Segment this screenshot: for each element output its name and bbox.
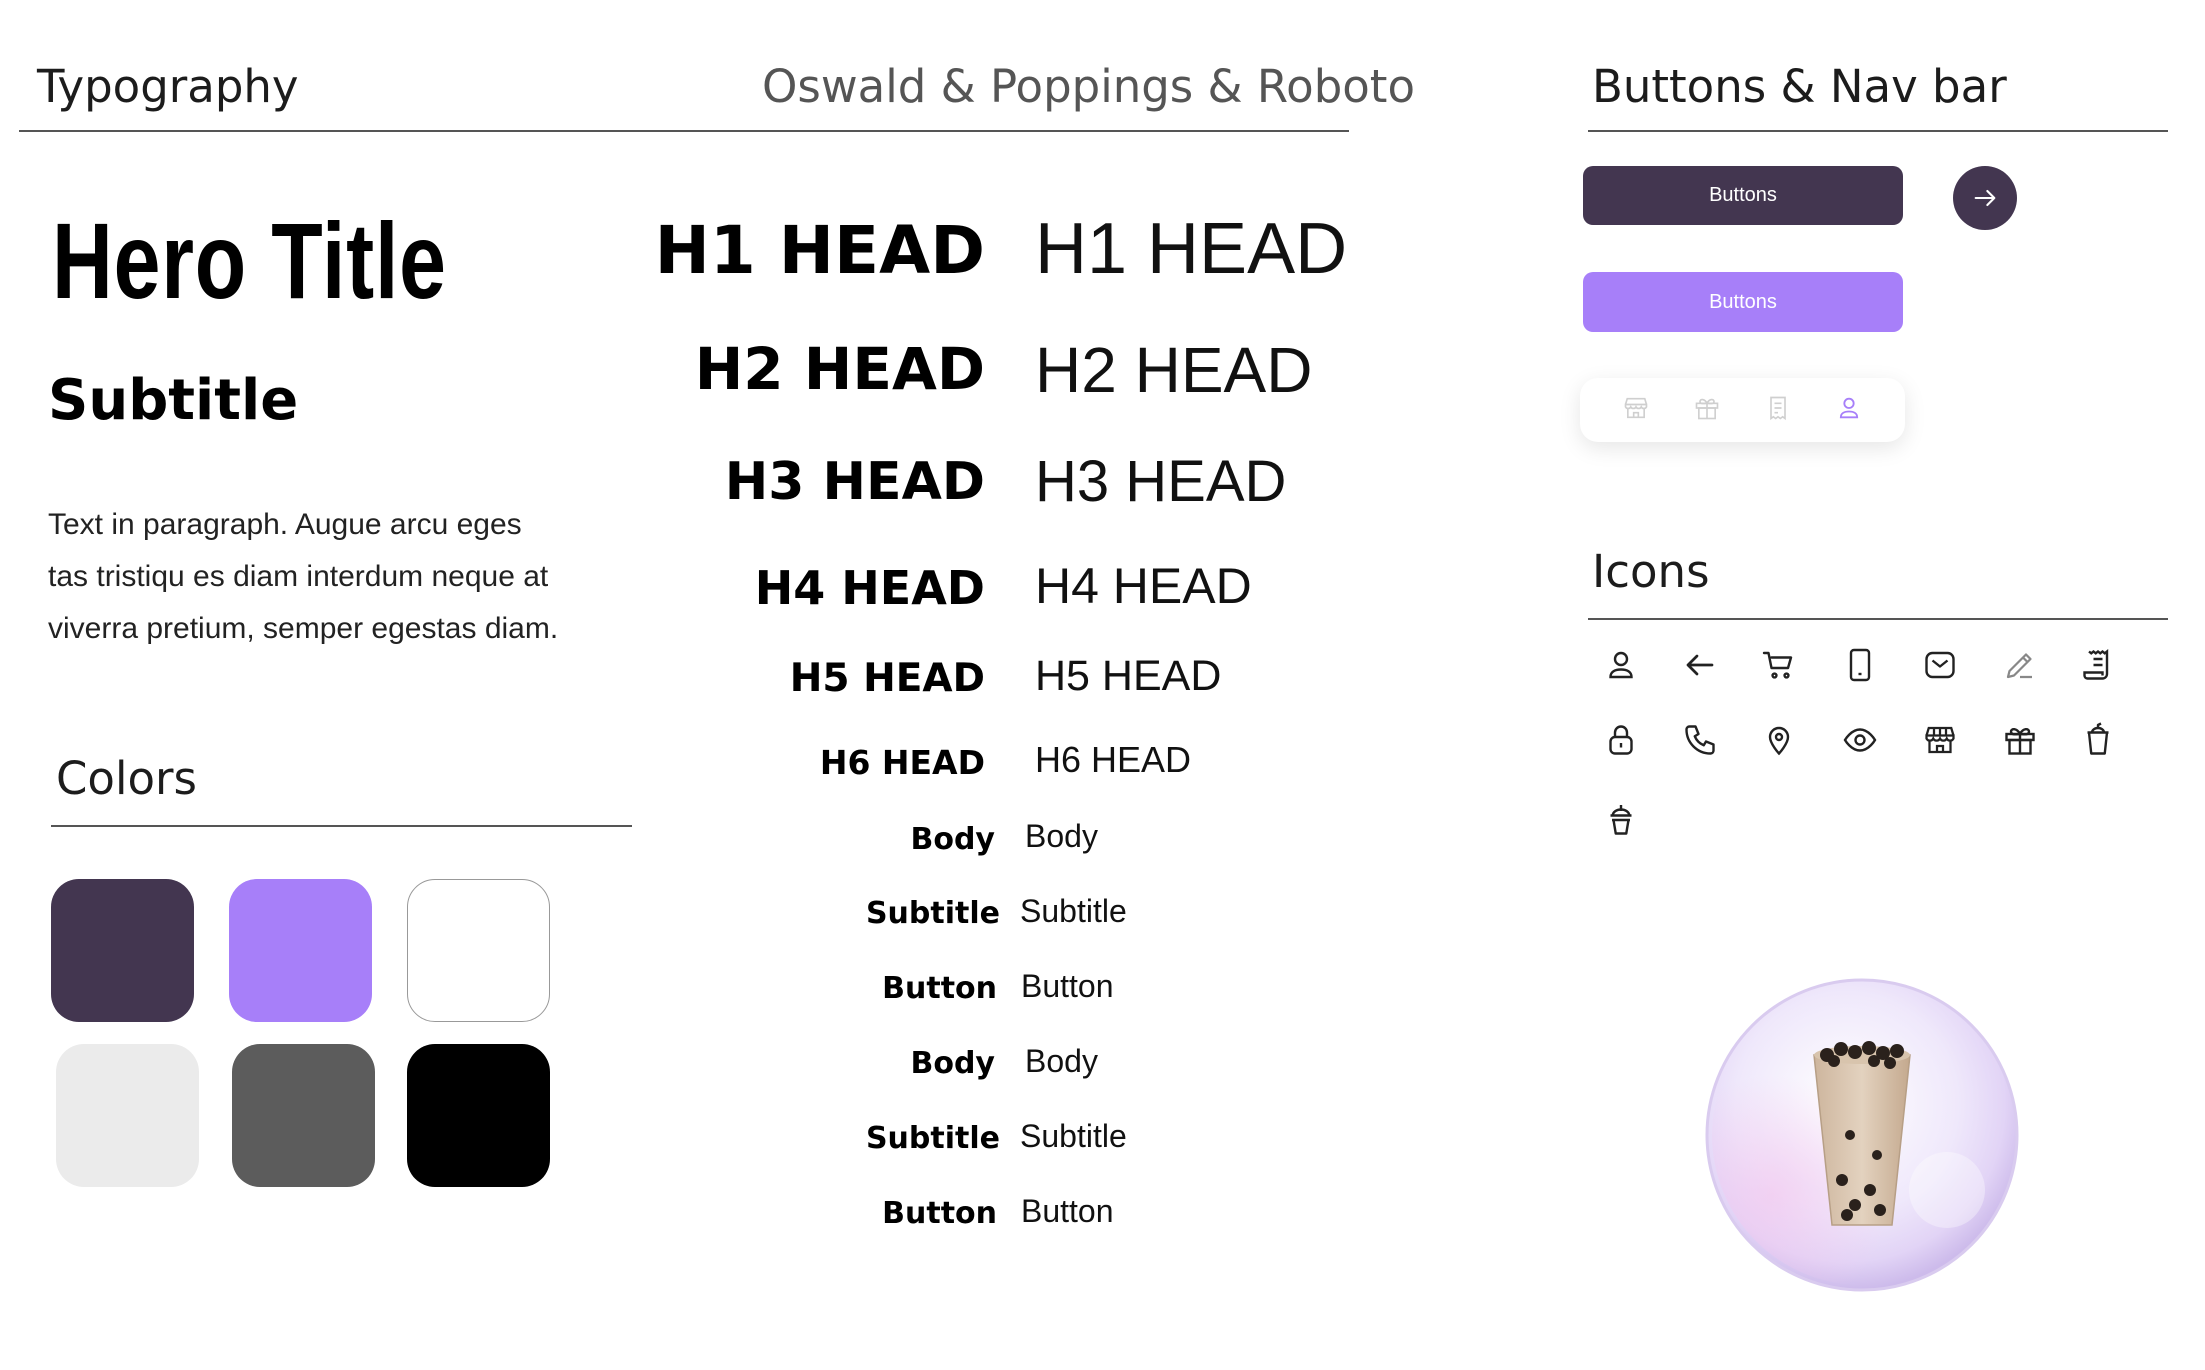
h1-bold-sample: H1 HEAD bbox=[654, 212, 985, 289]
cup-icon bbox=[2078, 720, 2118, 760]
color-swatch-light-gray bbox=[56, 1044, 199, 1187]
store-icon bbox=[1920, 720, 1960, 760]
h6-regular-sample: H6 HEAD bbox=[1035, 739, 1192, 780]
paragraph-line: tas tristiqu es diam interdum neque at bbox=[48, 560, 549, 593]
cart-icon bbox=[1759, 645, 1799, 685]
nav-user-icon[interactable] bbox=[1835, 394, 1863, 427]
phone-device-icon bbox=[1840, 645, 1880, 685]
paragraph-line: Text in paragraph. Augue arcu eges bbox=[48, 508, 522, 541]
buttons-divider bbox=[1588, 130, 2168, 132]
color-swatch-lavender bbox=[229, 879, 372, 1022]
color-swatch-dark-purple bbox=[51, 879, 194, 1022]
button-regular-sample-2: Button bbox=[1021, 1193, 1114, 1229]
buttons-section-title: Buttons & Nav bar bbox=[1592, 60, 2007, 113]
receipt-icon bbox=[2078, 645, 2118, 685]
subtitle-regular-sample: Subtitle bbox=[1020, 893, 1127, 929]
typography-divider bbox=[19, 130, 1349, 132]
h4-regular-sample: H4 HEAD bbox=[1035, 558, 1252, 614]
arrow-right-button[interactable] bbox=[1953, 166, 2017, 230]
h3-regular-sample: H3 HEAD bbox=[1035, 449, 1287, 514]
nav-receipt-icon[interactable] bbox=[1764, 394, 1792, 427]
h5-bold-sample: H5 HEAD bbox=[789, 656, 985, 701]
colors-divider bbox=[51, 825, 632, 827]
bubble-tea-illustration bbox=[1702, 975, 2022, 1295]
h4-bold-sample: H4 HEAD bbox=[754, 561, 985, 615]
secondary-button[interactable]: Buttons bbox=[1583, 272, 1903, 332]
bottom-nav-bar bbox=[1580, 378, 1905, 442]
body-regular-sample: Body bbox=[1025, 818, 1098, 854]
paragraph-sample: Text in paragraph. Augue arcu eges tas t… bbox=[48, 499, 608, 655]
h6-bold-sample: H6 HEAD bbox=[819, 743, 985, 782]
h2-bold-sample: H2 HEAD bbox=[694, 335, 985, 403]
arrow-left-icon bbox=[1680, 645, 1720, 685]
arrow-right-icon bbox=[1974, 189, 1996, 207]
body-bold-sample-2: Body bbox=[910, 1046, 995, 1081]
h5-regular-sample: H5 HEAD bbox=[1035, 652, 1222, 700]
pencil-icon bbox=[2000, 645, 2040, 685]
subtitle-regular-sample-2: Subtitle bbox=[1020, 1118, 1127, 1154]
fonts-caption: Oswald & Poppings & Roboto bbox=[762, 60, 1415, 113]
h1-regular-sample: H1 HEAD bbox=[1035, 209, 1348, 289]
button-regular-sample: Button bbox=[1021, 968, 1114, 1004]
bubble-tea-icon bbox=[1601, 800, 1641, 840]
h2-regular-sample: H2 HEAD bbox=[1035, 334, 1313, 406]
eye-icon bbox=[1840, 720, 1880, 760]
gift-icon bbox=[2000, 720, 2040, 760]
subtitle-bold-sample-2: Subtitle bbox=[865, 1121, 1000, 1156]
color-swatch-black bbox=[407, 1044, 550, 1187]
body-bold-sample: Body bbox=[910, 822, 995, 857]
user-icon bbox=[1601, 645, 1641, 685]
phone-call-icon bbox=[1680, 720, 1720, 760]
subtitle-sample: Subtitle bbox=[48, 368, 299, 433]
color-swatch-dark-gray bbox=[232, 1044, 375, 1187]
nav-gift-icon[interactable] bbox=[1693, 394, 1721, 427]
colors-section-title: Colors bbox=[56, 752, 197, 805]
paragraph-line: viverra pretium, semper egestas diam. bbox=[48, 612, 559, 645]
icons-section-title: Icons bbox=[1592, 545, 1710, 598]
button-bold-sample-2: Button bbox=[882, 1196, 997, 1231]
icons-divider bbox=[1588, 618, 2168, 620]
primary-button[interactable]: Buttons bbox=[1583, 166, 1903, 225]
hero-title: Hero Title bbox=[52, 200, 447, 321]
subtitle-bold-sample: Subtitle bbox=[865, 896, 1000, 931]
lock-icon bbox=[1601, 720, 1641, 760]
typography-section-title: Typography bbox=[37, 60, 299, 113]
button-bold-sample: Button bbox=[882, 971, 997, 1006]
h3-bold-sample: H3 HEAD bbox=[724, 452, 985, 512]
color-swatch-white bbox=[407, 879, 550, 1022]
body-regular-sample-2: Body bbox=[1025, 1043, 1098, 1079]
mail-icon bbox=[1920, 645, 1960, 685]
nav-store-icon[interactable] bbox=[1622, 394, 1650, 427]
location-pin-icon bbox=[1759, 720, 1799, 760]
